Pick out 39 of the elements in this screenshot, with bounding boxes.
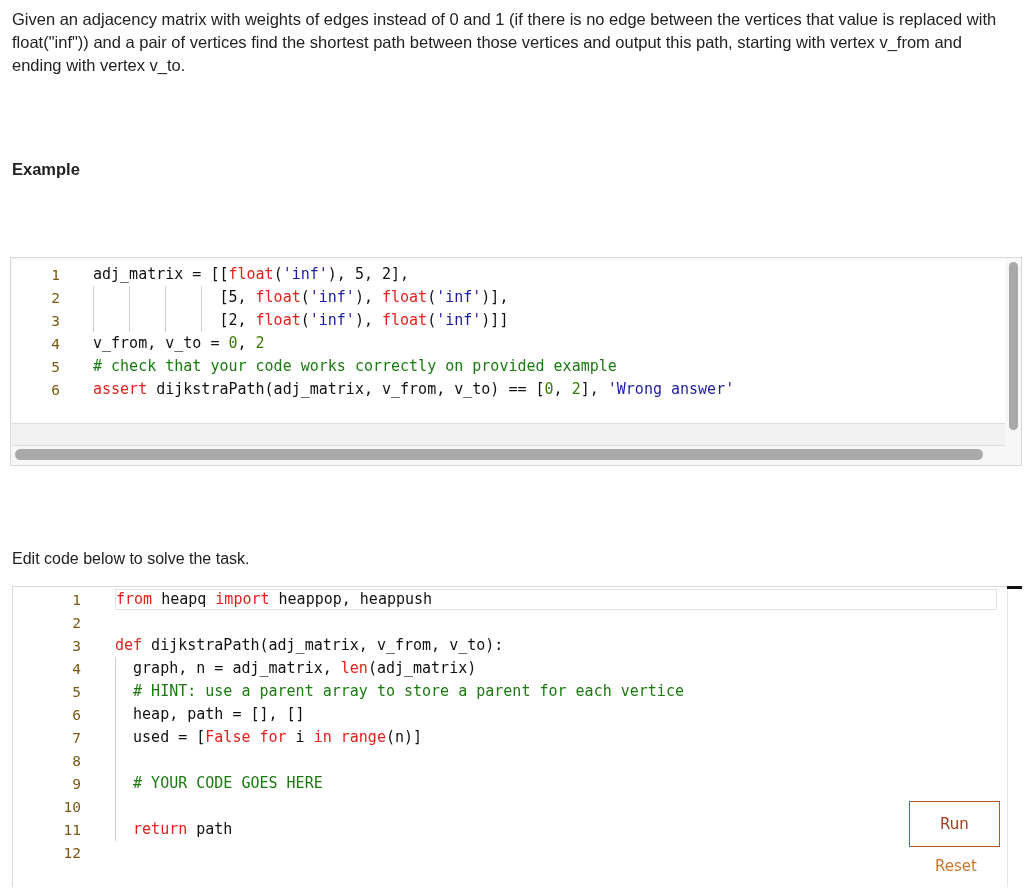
line-number: 6 bbox=[71, 706, 81, 723]
code-line: [5, float('inf'), float('inf')], bbox=[93, 286, 509, 309]
code-line: # HINT: use a parent array to store a parent for each vertice bbox=[115, 680, 684, 703]
line-number: 12 bbox=[62, 844, 81, 861]
code-line: def dijkstraPath(adj_matrix, v_from, v_to): bbox=[115, 635, 504, 656]
code-line: # YOUR CODE GOES HERE bbox=[115, 772, 323, 795]
code-line: v_from, v_to = 0, 2 bbox=[93, 333, 265, 354]
line-number: 1 bbox=[71, 591, 81, 608]
line-number: 10 bbox=[62, 798, 81, 815]
line-number: 5 bbox=[50, 358, 60, 375]
code-line: # check that your code works correctly on provided example bbox=[93, 356, 617, 377]
line-number: 3 bbox=[71, 637, 81, 654]
line-number: 3 bbox=[50, 312, 60, 329]
code-line: heap, path = [], [] bbox=[115, 703, 305, 726]
task-description: Given an adjacency matrix with weights of edges instead of 0 and 1 (if there is no edge between the vertices that value is replaced with float("inf")) and a pair of vertices find the shortest path between those vertices and output this path, starting with vertex v_from and ending with vertex v_to. bbox=[11, 9, 998, 76]
line-number: 6 bbox=[50, 381, 60, 398]
line-number: 1 bbox=[50, 266, 60, 283]
line-number: 5 bbox=[71, 683, 81, 700]
instruction-text: Edit code below to solve the task. bbox=[12, 550, 251, 568]
scrollbar-thumb[interactable] bbox=[1009, 262, 1018, 430]
scroll-marker bbox=[1007, 586, 1022, 589]
code-line: used = [False for i in range(n)] bbox=[115, 726, 423, 749]
line-number: 2 bbox=[71, 614, 81, 631]
line-number: 4 bbox=[50, 335, 60, 352]
example-heading: Example bbox=[12, 160, 81, 179]
code-line: graph, n = adj_matrix, len(adj_matrix) bbox=[115, 657, 477, 680]
line-number: 8 bbox=[71, 752, 81, 769]
run-button[interactable]: Run bbox=[909, 801, 1000, 847]
line-number: 9 bbox=[71, 775, 81, 792]
scrollbar-thumb[interactable] bbox=[15, 449, 983, 460]
code-line: return path bbox=[115, 818, 233, 841]
line-number: 11 bbox=[62, 821, 81, 838]
code-line: adj_matrix = [[float('inf'), 5, 2], bbox=[93, 264, 410, 285]
line-number: 4 bbox=[71, 660, 81, 677]
code-line: [2, float('inf'), float('inf')]] bbox=[93, 309, 509, 332]
code-editor[interactable] bbox=[12, 586, 1024, 887]
line-number: 2 bbox=[50, 289, 60, 306]
line-number: 7 bbox=[71, 729, 81, 746]
code-line: assert dijkstraPath(adj_matrix, v_from, v_to) == [0, 2], 'Wrong answer' bbox=[93, 379, 735, 400]
